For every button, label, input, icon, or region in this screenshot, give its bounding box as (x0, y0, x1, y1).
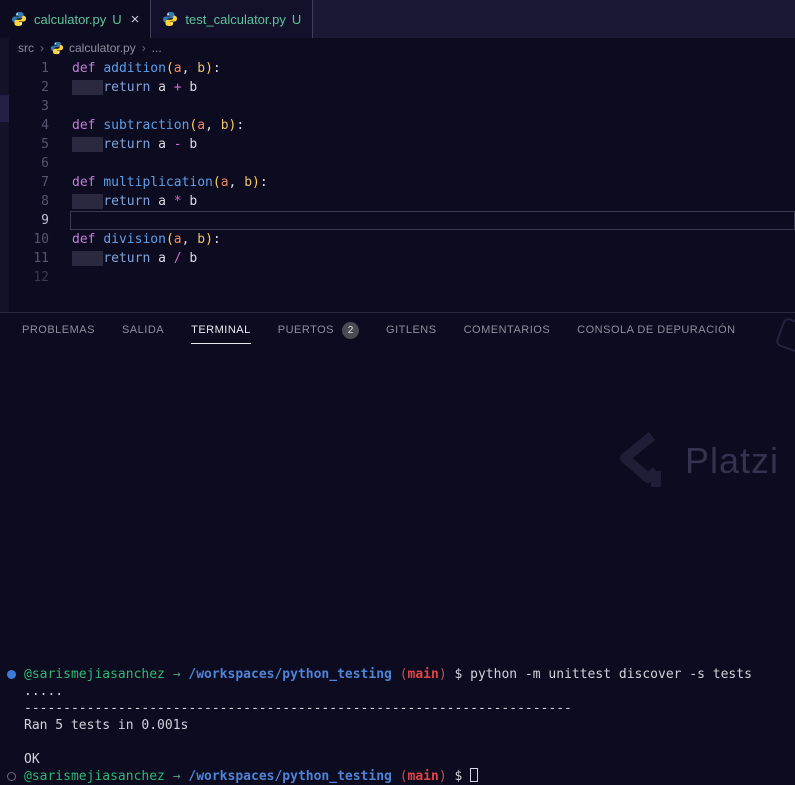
code-text: return a - b (72, 135, 197, 154)
git-untracked-badge: U (291, 11, 302, 27)
line-number: 2 (41, 80, 49, 95)
command-decoration-icon[interactable] (7, 772, 16, 781)
code-line[interactable]: 7 def multiplication(a, b): (9, 173, 795, 192)
terminal-line: @sarismejiasanchez → /workspaces/python_… (0, 768, 795, 785)
platzi-watermark: Platzi (615, 427, 779, 494)
terminal-line: ----------------------------------------… (24, 701, 572, 716)
ports-badge: 2 (342, 321, 360, 339)
code-line[interactable]: 12 (9, 268, 795, 287)
code-text: return a * b (72, 192, 197, 211)
code-text: return a / b (72, 249, 197, 268)
panel-tab-consola-de-depuración[interactable]: CONSOLA DE DEPURACIÓN (577, 313, 735, 347)
terminal-cursor (470, 768, 479, 782)
breadcrumb-item-calculator.py[interactable]: calculator.py (50, 41, 136, 55)
panel-tab-gitlens[interactable]: GITLENS (386, 313, 437, 347)
tab-calculator.py[interactable]: calculator.py U × (0, 0, 152, 38)
code-line[interactable]: 9 (9, 211, 795, 230)
terminal-line: Ran 5 tests in 0.001s (24, 718, 189, 733)
breadcrumb-label: src (18, 40, 34, 55)
terminal-line: @sarismejiasanchez → /workspaces/python_… (0, 666, 795, 683)
line-number: 7 (41, 175, 49, 190)
code-line[interactable]: 1 def addition(a, b): (9, 59, 795, 78)
code-text: def multiplication(a, b): (72, 175, 268, 190)
breadcrumb: src › calculator.py ›... (0, 38, 795, 57)
code-line[interactable]: 10 def division(a, b): (9, 230, 795, 249)
panel-tab-terminal[interactable]: TERMINAL (191, 313, 251, 347)
panel-tab-label: SALIDA (121, 324, 165, 336)
tab-label: test_calculator.py (185, 11, 286, 27)
panel-tab-bar: PROBLEMAS SALIDA TERMINAL PUERTOS 2 GITLENS CO… (0, 313, 795, 347)
code-editor[interactable]: 1 def addition(a, b): 2 return a + b 3 4 def … (9, 57, 795, 314)
panel-tab-label: GITLENS (386, 324, 437, 336)
panel-tab-label: COMENTARIOS (463, 324, 551, 336)
breadcrumb-label: ... (151, 40, 162, 55)
code-line[interactable]: 11 return a / b (9, 249, 795, 268)
line-number: 5 (41, 137, 49, 152)
code-text: def addition(a, b): (72, 61, 221, 76)
terminal-line: ..... (24, 684, 64, 699)
code-line[interactable]: 6 (9, 154, 795, 173)
git-untracked-badge: U (112, 11, 122, 27)
terminal-line: OK (24, 752, 40, 767)
terminal[interactable]: @sarismejiasanchez → /workspaces/python_… (0, 661, 795, 784)
line-number: 11 (33, 251, 49, 266)
panel-tab-label: TERMINAL (191, 324, 251, 336)
chevron-right-icon: › (40, 40, 44, 55)
panel-tab-problemas[interactable]: PROBLEMAS (22, 313, 95, 347)
breadcrumb-label: calculator.py (69, 40, 136, 55)
python-icon (11, 11, 27, 27)
line-number: 6 (41, 156, 49, 171)
platzi-watermark-text: Platzi (684, 439, 779, 481)
line-number: 8 (41, 194, 49, 209)
line-number: 9 (41, 213, 49, 228)
panel-tab-comentarios[interactable]: COMENTARIOS (464, 313, 551, 347)
line-number: 3 (41, 99, 49, 114)
tab-test_calculator.py[interactable]: test_calculator.py U (151, 0, 314, 38)
command-decoration-icon[interactable] (7, 670, 16, 679)
tab-close-icon[interactable]: × (131, 12, 140, 27)
tab-bar: calculator.py U × test_calculator.py U (0, 0, 795, 38)
panel-tab-label: PUERTOS (277, 324, 335, 336)
python-icon (162, 11, 178, 27)
panel-tab-label: PROBLEMAS (22, 324, 95, 336)
code-text: def division(a, b): (72, 232, 221, 247)
breadcrumb-item-src[interactable]: src (18, 41, 34, 55)
tab-label: calculator.py (34, 11, 107, 27)
sidebar-edge (0, 38, 9, 312)
panel-tab-label: CONSOLA DE DEPURACIÓN (577, 324, 736, 336)
code-line[interactable]: 4 def subtraction(a, b): (9, 116, 795, 135)
python-icon (50, 41, 64, 55)
panel-tab-puertos[interactable]: PUERTOS 2 (277, 313, 360, 347)
code-line[interactable]: 2 return a + b (9, 78, 795, 97)
line-number: 12 (33, 270, 49, 285)
code-line[interactable]: 5 return a - b (9, 135, 795, 154)
code-line[interactable]: 3 (9, 97, 795, 116)
code-text: def subtraction(a, b): (72, 118, 245, 133)
chevron-right-icon: › (141, 40, 146, 55)
breadcrumb-item-...[interactable]: ... (152, 41, 162, 55)
line-number: 4 (41, 118, 49, 133)
code-line[interactable]: 8 return a * b (9, 192, 795, 211)
code-text: return a + b (72, 78, 197, 97)
line-number: 1 (41, 61, 49, 76)
line-number: 10 (33, 232, 49, 247)
panel-tab-salida[interactable]: SALIDA (122, 313, 164, 347)
platzi-logo-icon (615, 427, 669, 494)
sidebar-scrollbar[interactable] (0, 95, 9, 122)
